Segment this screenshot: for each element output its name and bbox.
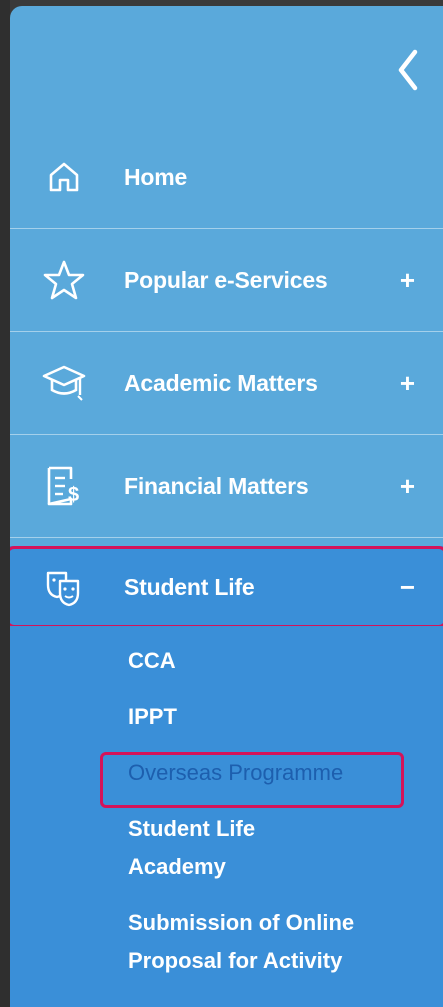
- sidebar-menu: Home Popular e-Services + Academic Matte…: [10, 6, 443, 1007]
- expand-icon[interactable]: +: [400, 265, 415, 296]
- svg-text:$: $: [68, 484, 79, 506]
- sidebar-item-label: Academic Matters: [124, 369, 318, 396]
- financial-document-icon: $: [42, 464, 86, 508]
- expand-icon[interactable]: +: [400, 471, 415, 502]
- submenu-item-online-proposal[interactable]: Submission of Online Proposal for Activi…: [128, 904, 408, 980]
- star-icon: [42, 258, 86, 302]
- expand-icon[interactable]: +: [400, 368, 415, 399]
- theater-masks-icon: [42, 565, 86, 609]
- sidebar-item-label: Home: [124, 163, 188, 190]
- submenu-item-ippt[interactable]: IPPT: [128, 698, 177, 736]
- collapse-sidebar-button[interactable]: [391, 44, 425, 96]
- sidebar-item-academic-matters[interactable]: Academic Matters +: [10, 332, 443, 435]
- window-edge: [0, 0, 10, 1007]
- student-life-submenu: CCA IPPT Overseas Programme Student Life…: [10, 626, 443, 1007]
- submenu-item-overseas-programme[interactable]: Overseas Programme: [128, 754, 343, 792]
- submenu-item-student-life-academy[interactable]: Student Life Academy: [128, 810, 308, 886]
- home-icon: [42, 155, 86, 199]
- sidebar-item-home[interactable]: Home: [10, 126, 443, 229]
- chevron-left-icon: [398, 49, 418, 91]
- sidebar-item-financial-matters[interactable]: $ Financial Matters +: [10, 435, 443, 538]
- sidebar-item-label: Financial Matters: [124, 472, 309, 499]
- sidebar-item-label: Student Life: [124, 573, 255, 600]
- graduation-cap-icon: [42, 361, 86, 405]
- sidebar-item-student-life[interactable]: Student Life −: [10, 546, 443, 628]
- submenu-item-cca[interactable]: CCA: [128, 642, 176, 680]
- collapse-icon[interactable]: −: [400, 572, 415, 603]
- sidebar-item-popular-e-services[interactable]: Popular e-Services +: [10, 229, 443, 332]
- sidebar-item-label: Popular e-Services: [124, 266, 328, 293]
